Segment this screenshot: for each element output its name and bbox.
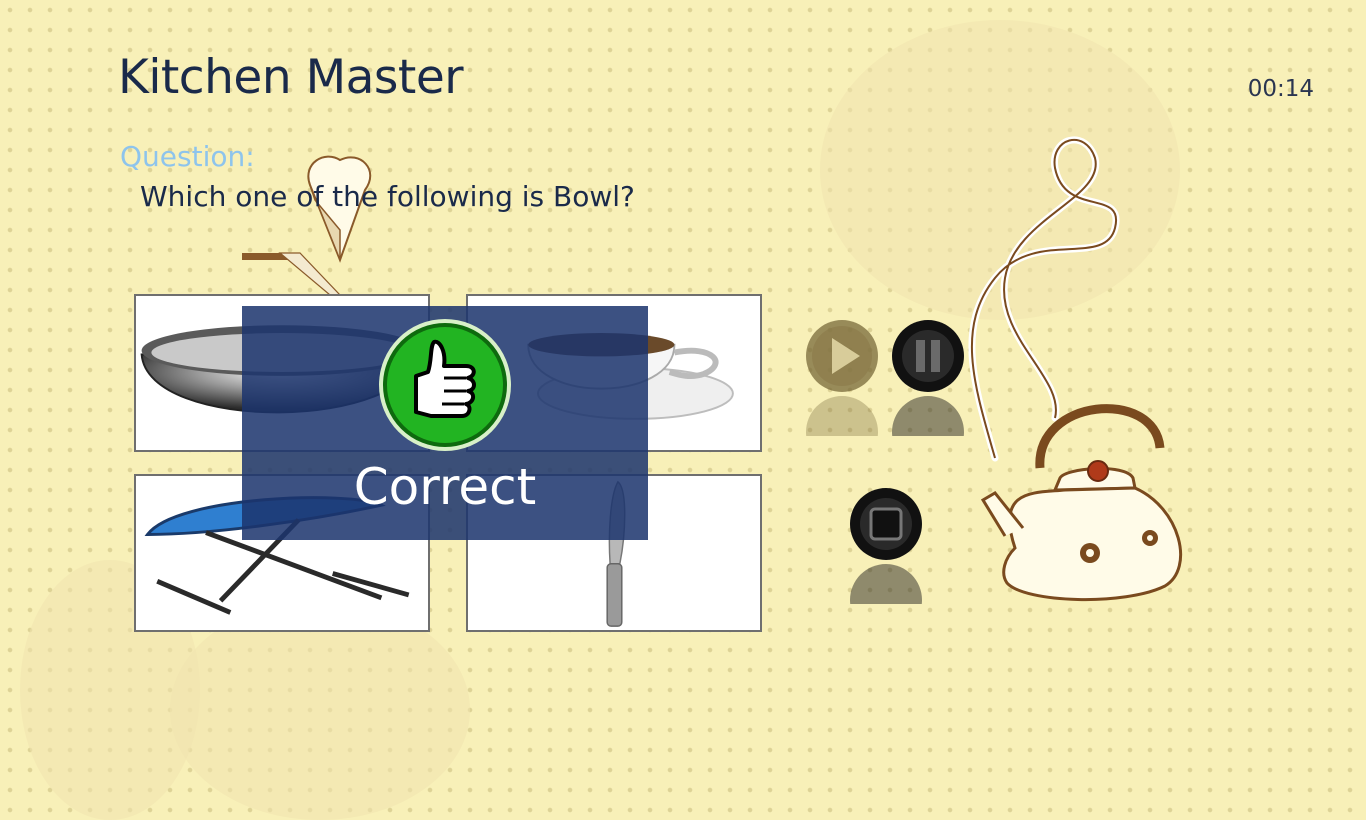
timer: 00:14: [1247, 76, 1314, 102]
background-blob: [170, 600, 470, 820]
app-title: Kitchen Master: [118, 50, 464, 105]
play-button[interactable]: [802, 316, 882, 396]
kettle-decoration: [968, 136, 1182, 602]
heart-mold-decoration: [242, 155, 372, 295]
play-icon: [806, 320, 878, 392]
play-reflection: [802, 392, 882, 436]
question-label: Question:: [120, 140, 255, 173]
result-text: Correct: [353, 458, 537, 516]
question-text: Which one of the following is Bowl?: [140, 180, 635, 213]
thumbs-up-icon: [379, 319, 511, 451]
stop-button[interactable]: [846, 484, 926, 564]
stop-icon: [850, 488, 922, 560]
result-overlay: Correct: [242, 306, 648, 540]
stop-reflection: [846, 560, 926, 604]
